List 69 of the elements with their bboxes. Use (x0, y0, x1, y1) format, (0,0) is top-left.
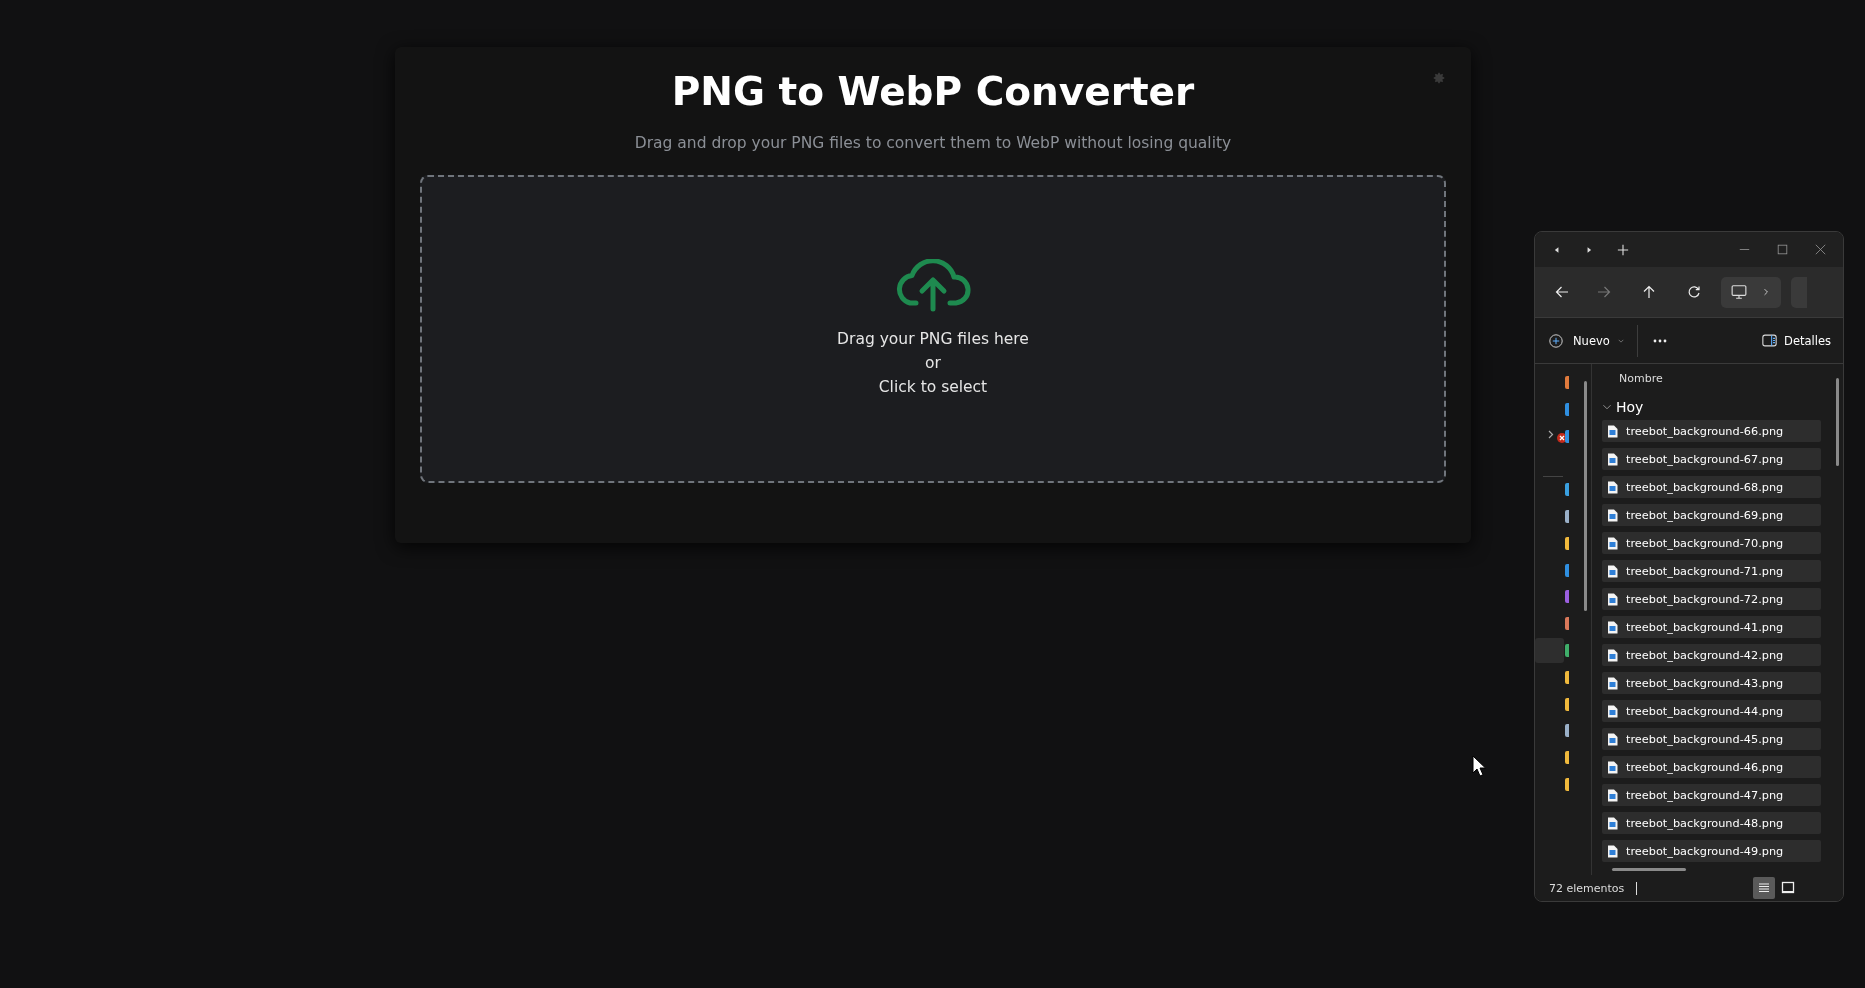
image-file-icon (1607, 676, 1618, 690)
chevron-icon (1761, 287, 1771, 297)
image-file-icon (1607, 732, 1618, 746)
file-item[interactable]: treebot_background-66.png (1602, 420, 1821, 442)
folder-icon[interactable] (1565, 402, 1569, 416)
item-count: 72 elementos (1549, 881, 1625, 895)
image-file-icon (1607, 844, 1618, 858)
or-label: or (925, 353, 941, 374)
column-header[interactable]: Nombre (1602, 364, 1843, 389)
image-file-icon (1607, 704, 1618, 718)
folder-icon[interactable] (1565, 563, 1569, 577)
folder-icon[interactable] (1565, 778, 1569, 791)
file-item[interactable]: treebot_background-49.png (1602, 840, 1821, 862)
file-item[interactable]: treebot_background-43.png (1602, 672, 1821, 694)
file-item[interactable]: treebot_background-42.png (1602, 644, 1821, 666)
image-file-icon (1607, 648, 1618, 662)
file-item[interactable]: treebot_background-71.png (1602, 560, 1821, 582)
image-file-icon (1607, 816, 1618, 830)
folder-icon[interactable] (1565, 536, 1569, 550)
monitor-icon (1731, 284, 1747, 300)
image-file-icon (1607, 564, 1618, 578)
mouse-cursor-icon (1472, 755, 1486, 777)
image-file-icon (1607, 760, 1618, 774)
subtitle: Drag and drop your PNG files to convert them to WebP without losing quality (634, 134, 1232, 152)
details-button[interactable]: Detalles (1762, 333, 1831, 348)
file-item[interactable]: treebot_background-47.png (1602, 784, 1821, 806)
file-item[interactable]: treebot_background-69.png (1602, 504, 1821, 526)
image-file-icon (1607, 452, 1618, 466)
details-view-button[interactable] (1753, 877, 1775, 899)
list-icon (1757, 881, 1771, 895)
file-item[interactable]: treebot_background-41.png (1602, 616, 1821, 638)
file-item[interactable]: treebot_background-68.png (1602, 476, 1821, 498)
file-item[interactable]: treebot_background-70.png (1602, 532, 1821, 554)
folder-icon[interactable] (1565, 617, 1569, 631)
image-file-icon (1607, 480, 1618, 494)
file-item[interactable]: treebot_background-48.png (1602, 812, 1821, 834)
drop-zone[interactable]: Drag your PNG files here or Click to select (420, 175, 1446, 483)
folder-icon[interactable] (1565, 670, 1569, 684)
image-file-icon (1607, 536, 1618, 550)
address-bar[interactable] (1721, 276, 1781, 308)
image-file-icon (1607, 620, 1618, 634)
file-item[interactable]: treebot_background-67.png (1602, 448, 1821, 470)
file-item[interactable]: treebot_background-45.png (1602, 728, 1821, 750)
select-prompt: Click to select (878, 377, 988, 398)
scrollbar[interactable] (1836, 378, 1839, 466)
new-button[interactable]: Nuevo (1549, 333, 1625, 348)
drop-instruction: Drag your PNG files here (837, 329, 1029, 350)
image-file-icon (1607, 424, 1618, 438)
folder-icon[interactable] (1565, 724, 1569, 738)
folder-icon[interactable] (1565, 751, 1569, 765)
details-pane-icon (1762, 333, 1778, 348)
folder-icon[interactable] (1565, 483, 1569, 497)
chevron-icon[interactable] (1548, 429, 1554, 439)
expand-chevron-icon (1602, 402, 1612, 412)
file-item[interactable]: treebot_background-72.png (1602, 588, 1821, 610)
image-file-icon (1607, 788, 1618, 802)
image-file-icon (1607, 508, 1618, 522)
page-title: PNG to WebP Converter (671, 69, 1195, 114)
folder-icon[interactable] (1565, 590, 1569, 604)
file-item[interactable]: treebot_background-46.png (1602, 756, 1821, 778)
folder-icon[interactable] (1565, 429, 1569, 443)
image-file-icon (1607, 592, 1618, 606)
folder-icon[interactable] (1565, 697, 1569, 711)
scrollbar[interactable] (1612, 868, 1686, 871)
preview-icon (1781, 881, 1795, 895)
file-item[interactable]: treebot_background-44.png (1602, 700, 1821, 722)
plus-circle-icon (1549, 333, 1563, 348)
scrollbar[interactable] (1584, 381, 1587, 611)
group-header[interactable]: Hoy (1616, 399, 1644, 415)
